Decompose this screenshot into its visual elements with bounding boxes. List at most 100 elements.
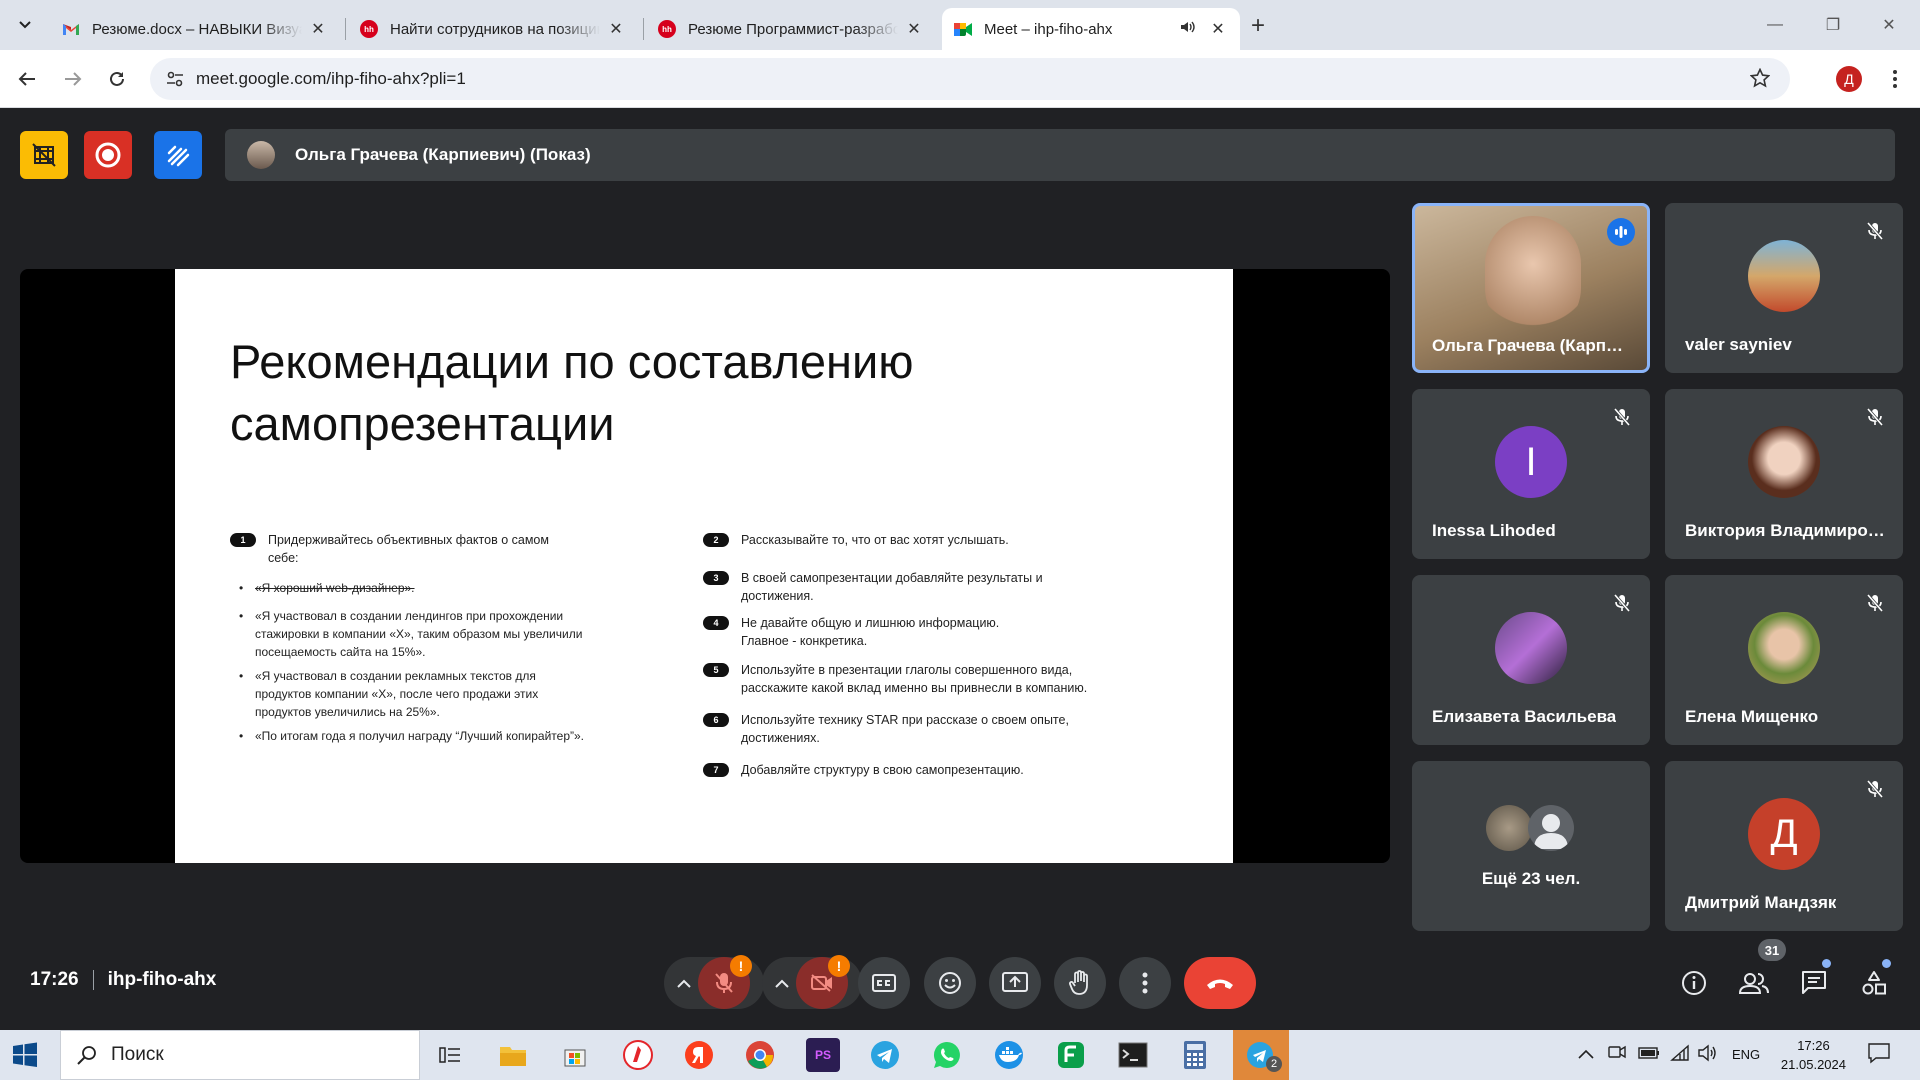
notifications-icon[interactable]: [1868, 1042, 1890, 1069]
language-indicator[interactable]: ENG: [1732, 1047, 1760, 1062]
more-vert-icon: [1893, 70, 1897, 88]
tab-separator: [643, 18, 644, 40]
tab-hh-search[interactable]: hh Найти сотрудников на позицию ✕: [348, 8, 638, 50]
browser-menu-button[interactable]: [1880, 64, 1910, 94]
close-icon[interactable]: ✕: [1208, 19, 1228, 39]
yandex-icon[interactable]: [682, 1038, 716, 1072]
close-icon[interactable]: ✕: [904, 19, 924, 39]
activities-button[interactable]: [1856, 965, 1892, 1001]
new-tab-button[interactable]: +: [1244, 12, 1272, 40]
mic-off-icon: [1608, 403, 1636, 431]
terminal-icon[interactable]: [1116, 1038, 1150, 1072]
participant-tile[interactable]: Виктория Владимировна: [1665, 389, 1903, 559]
tab-gmail-resume[interactable]: Резюме.docx – НАВЫКИ Визуал ✕: [50, 8, 340, 50]
end-call-icon: [1207, 979, 1233, 989]
meet-app: Ольга Грачева (Карпиевич) (Показ) Рекоме…: [0, 109, 1920, 1030]
slide-item: 3 В своей самопрезентации добавляйте рез…: [703, 569, 1043, 605]
telegram-active-app[interactable]: 2: [1233, 1030, 1289, 1080]
hh-icon: hh: [360, 20, 378, 38]
close-icon[interactable]: ✕: [308, 19, 328, 39]
participant-name: valer sayniev: [1685, 335, 1792, 354]
video-options-button[interactable]: [770, 973, 794, 993]
info-icon: [1682, 971, 1706, 995]
participant-name: Дмитрий Мандзяк: [1685, 893, 1837, 912]
avatar: I: [1495, 426, 1567, 498]
wifi-icon[interactable]: [1670, 1044, 1690, 1067]
participant-tile[interactable]: Елизавета Васильева: [1412, 575, 1650, 745]
slide-bullet: «Я участвовал в создании рекламных текст…: [239, 667, 595, 721]
present-button[interactable]: [989, 957, 1041, 1009]
star-icon[interactable]: [1749, 67, 1771, 93]
chevron-down-icon: [19, 21, 31, 29]
whiteboard-button[interactable]: [154, 131, 202, 179]
taskbar-clock[interactable]: 17:26 21.05.2024: [1781, 1036, 1846, 1074]
file-explorer-icon[interactable]: [496, 1038, 530, 1072]
participant-tile-speaking[interactable]: Ольга Грачева (Карпиевич): [1412, 203, 1650, 373]
captions-button[interactable]: [858, 957, 910, 1009]
tab-hh-resume[interactable]: hh Резюме Программист-разработчик ✕: [646, 8, 936, 50]
minimize-button[interactable]: —: [1752, 10, 1798, 40]
tab-search-button[interactable]: [12, 12, 38, 38]
speaker-icon[interactable]: [1180, 20, 1196, 38]
participant-tile[interactable]: I Inessa Lihoded: [1412, 389, 1650, 559]
tab-title: Найти сотрудников на позицию: [390, 20, 600, 38]
window-close-button[interactable]: ✕: [1866, 10, 1912, 40]
avatar: [1495, 612, 1567, 684]
no-video-extension-button[interactable]: [20, 131, 68, 179]
forward-button[interactable]: [56, 62, 90, 96]
task-view-icon[interactable]: [433, 1038, 467, 1072]
back-button[interactable]: [10, 62, 44, 96]
tab-meet[interactable]: Meet – ihp-fiho-ahx ✕: [942, 8, 1240, 50]
yandex-browser-icon[interactable]: [621, 1038, 655, 1072]
camera-off-icon: [811, 974, 832, 992]
participant-tile[interactable]: Елена Мищенко: [1665, 575, 1903, 745]
close-icon[interactable]: ✕: [606, 19, 626, 39]
participant-tile[interactable]: Д Дмитрий Мандзяк: [1665, 761, 1903, 931]
telegram-icon[interactable]: [868, 1038, 902, 1072]
whatsapp-icon[interactable]: [930, 1038, 964, 1072]
participant-tile[interactable]: valer sayniev: [1665, 203, 1903, 373]
chrome-icon[interactable]: [743, 1038, 777, 1072]
meeting-details-button[interactable]: [1676, 965, 1712, 1001]
record-button[interactable]: [84, 131, 132, 179]
participants-count-badge: 31: [1758, 939, 1786, 961]
restore-button[interactable]: ❐: [1810, 10, 1856, 40]
start-button[interactable]: [12, 1042, 38, 1068]
green-app-icon[interactable]: [1054, 1038, 1088, 1072]
chat-button[interactable]: [1796, 965, 1832, 1001]
meet-tray-icon[interactable]: [1608, 1044, 1626, 1065]
volume-icon[interactable]: [1698, 1044, 1718, 1067]
more-options-button[interactable]: [1119, 957, 1171, 1009]
more-participants-tile[interactable]: Ещё 23 чел.: [1412, 761, 1650, 931]
avatar: [247, 141, 275, 169]
presentation-banner: Ольга Грачева (Карпиевич) (Показ): [225, 129, 1895, 181]
address-bar[interactable]: meet.google.com/ihp-fiho-ahx?pli=1: [150, 58, 1790, 100]
more-vert-icon: [1142, 972, 1148, 994]
mic-off-icon: [1861, 775, 1889, 803]
slide-item: 6 Используйте технику STAR при рассказе …: [703, 711, 1103, 747]
profile-avatar[interactable]: Д: [1836, 66, 1862, 92]
mic-off-icon: [715, 973, 733, 993]
tab-title: Резюме.docx – НАВЫКИ Визуал: [92, 20, 302, 38]
windows-taskbar: Поиск PS 2 ENG 17:26 21.05.2024: [0, 1030, 1920, 1080]
battery-icon[interactable]: [1638, 1046, 1660, 1064]
camera-warning-badge: !: [828, 955, 850, 977]
slide-item: 2 Рассказывайте то, что от вас хотят усл…: [703, 531, 1103, 549]
taskbar-search[interactable]: Поиск: [60, 1030, 420, 1080]
store-icon[interactable]: [558, 1038, 592, 1072]
phpstorm-icon[interactable]: PS: [806, 1038, 840, 1072]
docker-icon[interactable]: [992, 1038, 1026, 1072]
participant-name: Виктория Владимировна: [1685, 521, 1885, 540]
leave-call-button[interactable]: [1184, 957, 1256, 1009]
search-icon: [77, 1046, 96, 1065]
reactions-button[interactable]: [924, 957, 976, 1009]
tray-chevron-icon[interactable]: [1578, 1046, 1594, 1064]
audio-options-button[interactable]: [672, 973, 696, 993]
avatar: [1486, 805, 1532, 851]
raise-hand-button[interactable]: [1054, 957, 1106, 1009]
people-button[interactable]: [1736, 965, 1772, 1001]
tab-title: Резюме Программист-разработчик: [688, 20, 898, 38]
calculator-icon[interactable]: [1178, 1038, 1212, 1072]
site-settings-icon[interactable]: [166, 70, 184, 93]
reload-button[interactable]: [100, 62, 134, 96]
